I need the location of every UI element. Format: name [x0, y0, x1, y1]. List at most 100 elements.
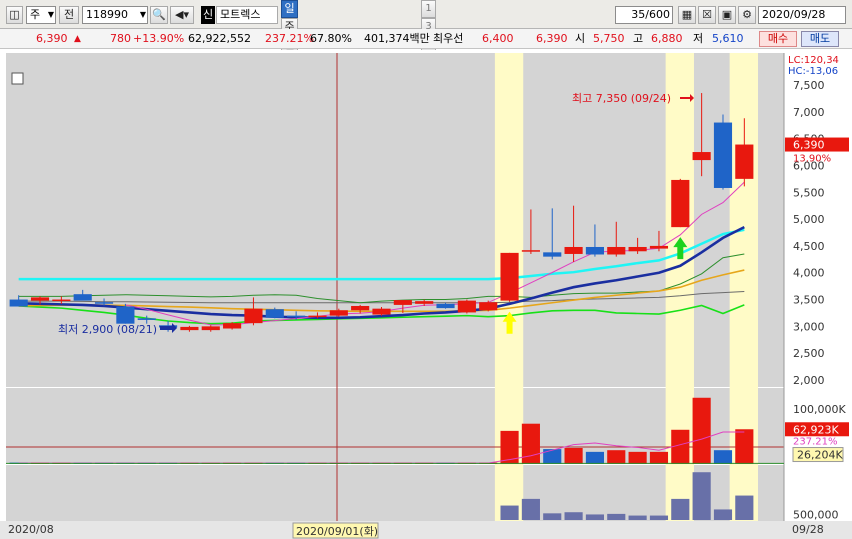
stock-name[interactable]: 모트렉스 — [216, 6, 278, 24]
count-value: 35 — [631, 8, 646, 21]
turnover-rate: 67.80% — [310, 32, 352, 45]
volume-bar — [735, 429, 754, 464]
count-input[interactable]: 35/600 — [615, 6, 673, 24]
stock-chart[interactable]: 최고 7,350 (09/24) 최저 2,900 (08/21) 7,500 7,0… — [0, 50, 852, 539]
amount-bar — [649, 515, 669, 520]
volume-bar — [607, 450, 626, 464]
buy-button[interactable]: 매수 — [759, 31, 797, 47]
volume-tick-label: 100,000K — [793, 403, 846, 416]
low-annotation: 최저 2,900 (08/21) — [58, 323, 157, 336]
amount-bar — [692, 472, 711, 520]
price-tick-label: 5,500 — [793, 186, 825, 199]
price-tick-label: 3,500 — [793, 294, 825, 307]
candle-body — [607, 246, 626, 255]
expand-icon[interactable]: ⋮ — [196, 6, 200, 24]
amount-bar — [628, 515, 647, 520]
date-left-label: 2020/08 — [8, 523, 54, 536]
candle-body — [73, 294, 92, 301]
volume-value: 62,922,552 — [188, 32, 251, 45]
toolbar: ◫ 주▼ 전 118990▼ 🔍 ◀▾ ⋮ 신 모트렉스 일주월년분초틱 135… — [0, 0, 852, 180]
price-tick-label: 2,500 — [793, 347, 825, 360]
volume-bar — [564, 447, 583, 464]
volume-bar — [692, 397, 711, 464]
candle-body — [649, 245, 669, 249]
up-arrow-icon: ▲ — [74, 34, 81, 44]
volume-bar — [500, 430, 519, 464]
candle-body — [436, 303, 455, 309]
hc-label: HC:-13,06 — [788, 66, 838, 77]
quote-bar: 6,390 ▲ 780 +13.90% 62,922,552 237.21% 6… — [0, 29, 852, 49]
price-tick-label: 7,500 — [793, 79, 825, 92]
chevron-down-icon: ▼ — [139, 10, 146, 19]
prefix-button[interactable]: 전 — [59, 6, 79, 24]
high-label: 고 — [633, 32, 644, 45]
interval-1[interactable]: 1 — [421, 0, 436, 18]
volume-current-label: 62,923K — [793, 423, 839, 436]
count-max: /600 — [645, 8, 670, 21]
change-percent: +13.90% — [133, 32, 185, 45]
speaker-icon[interactable]: ◀▾ — [170, 6, 194, 24]
search-icon[interactable]: 🔍 — [150, 6, 168, 24]
period-select[interactable]: 주 ▼ — [26, 6, 56, 24]
bid-price: 6,390 — [536, 32, 568, 45]
volume-bar — [585, 451, 604, 464]
amount-bar — [735, 495, 754, 520]
amount-bar — [671, 498, 690, 520]
amount-bar — [713, 509, 733, 520]
candle-body — [116, 306, 135, 324]
volume-bar — [671, 429, 690, 464]
open-label: 시 — [575, 32, 586, 45]
candle-body — [500, 252, 519, 301]
current-price-label: 6,390 — [793, 139, 825, 152]
priority-label: 최우선 — [433, 32, 464, 45]
chart-layout-icon[interactable]: ◫ — [6, 6, 23, 24]
date-axis — [0, 521, 852, 539]
volume-bar — [649, 451, 669, 464]
amount-bar — [500, 505, 519, 520]
save-icon[interactable]: ▣ — [718, 6, 736, 24]
candle-body — [329, 310, 348, 316]
candle-body — [244, 308, 263, 324]
price-tick-label: 3,000 — [793, 320, 825, 333]
period-select-value: 주 — [30, 8, 41, 21]
low-price: 5,610 — [712, 32, 744, 45]
change-value: 780 — [110, 32, 131, 45]
high-price: 6,880 — [651, 32, 683, 45]
settings-grid-icon[interactable]: ▦ — [678, 6, 696, 24]
candle-body — [94, 302, 114, 304]
amount-bar — [564, 512, 583, 520]
code-value: 118990 — [86, 8, 128, 21]
candle-body — [372, 308, 391, 315]
candle-body — [479, 302, 498, 311]
candle-body — [223, 323, 242, 329]
checkbox-icon[interactable]: ☒ — [698, 6, 716, 24]
candle-body — [457, 300, 476, 313]
gear-icon[interactable]: ⚙ — [738, 6, 756, 24]
candle-body — [308, 315, 327, 318]
price-tick-label: 4,500 — [793, 240, 825, 253]
high-annotation: 최고 7,350 (09/24) — [572, 92, 671, 105]
price-tick-label: 7,000 — [793, 106, 825, 119]
candle-body — [564, 246, 583, 254]
amount-bar — [585, 514, 604, 520]
timeframe-group: 일주월년분초틱 — [281, 0, 298, 126]
timeframe-0[interactable]: 일 — [281, 0, 298, 18]
volume-bar — [521, 423, 540, 464]
ask-price: 6,400 — [482, 32, 514, 45]
open-price: 5,750 — [593, 32, 625, 45]
table-icon — [11, 72, 24, 85]
candle-body — [628, 246, 647, 252]
price-tick-label: 2,000 — [793, 374, 825, 387]
candle-body — [713, 122, 733, 188]
current-price: 6,390 — [36, 32, 68, 45]
date-input[interactable]: 2020/09/28 — [758, 6, 846, 24]
amount-bar — [607, 513, 626, 520]
candle-body — [137, 318, 156, 320]
code-input[interactable]: 118990 ▼ — [82, 6, 148, 24]
amount-bar — [521, 498, 540, 520]
sell-button[interactable]: 매도 — [801, 31, 839, 47]
candle-body — [9, 299, 28, 307]
candle-body — [180, 326, 199, 331]
volume-bar — [713, 450, 733, 464]
candle-body — [201, 326, 220, 331]
